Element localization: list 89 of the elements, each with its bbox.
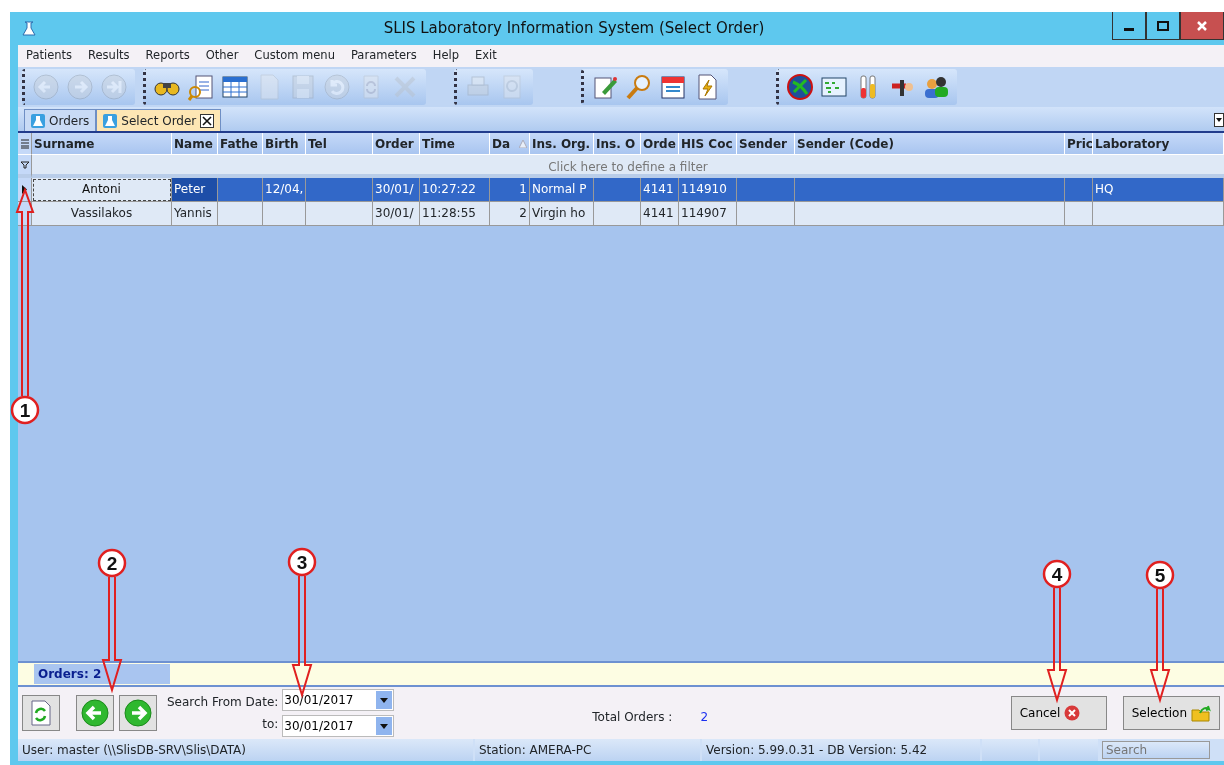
table-cell: 30/01/: [373, 178, 420, 202]
column-header[interactable]: Birth: [263, 133, 306, 154]
close-tab-button[interactable]: [200, 113, 215, 128]
refresh-page-icon: [30, 700, 52, 726]
table-cell: Vassilakos: [32, 202, 172, 226]
menu-item[interactable]: Results: [80, 47, 138, 65]
column-header[interactable]: Ins. O: [594, 133, 641, 154]
column-header[interactable]: Da: [490, 133, 530, 154]
table-cell: 1: [490, 178, 530, 202]
callout-number: 4: [1042, 559, 1072, 589]
minimize-icon: [1124, 27, 1134, 31]
menu-item[interactable]: Other: [197, 47, 247, 65]
cancel-button[interactable]: Cancel: [1010, 696, 1107, 730]
table-cell: Normal P: [530, 178, 594, 202]
refresh-button[interactable]: [22, 695, 60, 731]
menu-item[interactable]: Help: [424, 47, 467, 65]
date-label: to:: [262, 716, 279, 733]
table-cell: 11:28:55: [420, 202, 490, 226]
column-header[interactable]: Sender (Code): [795, 133, 1065, 154]
column-header[interactable]: Fathe: [218, 133, 263, 154]
column-header[interactable]: Tel: [306, 133, 373, 154]
column-header[interactable]: Name: [172, 133, 218, 154]
window-title: SLIS Laboratory Information System (Select Order): [382, 18, 766, 40]
selection-button[interactable]: Selection: [1122, 696, 1220, 730]
column-header[interactable]: Pric: [1065, 133, 1093, 154]
menu-item[interactable]: Exit: [467, 47, 505, 65]
maximize-icon: [1157, 20, 1169, 31]
current-row-marker-icon: [22, 185, 27, 194]
cancel-icon: [1064, 705, 1081, 721]
table-cell: 4141: [641, 178, 679, 202]
filter-hint[interactable]: Click here to define a filter: [32, 154, 1224, 178]
total-value: 2: [700, 709, 708, 726]
caret-icon: [380, 697, 389, 703]
menu-item[interactable]: Custom menu: [246, 47, 343, 65]
forward-button[interactable]: [119, 695, 157, 731]
table-cell: 114910: [679, 178, 737, 202]
table-cell: 12/04,: [263, 178, 306, 202]
column-header[interactable]: Laboratory: [1093, 133, 1224, 154]
callout-number: 1: [10, 395, 40, 425]
status-panel: [982, 739, 1038, 761]
callout-number: 2: [97, 548, 127, 578]
callout-number: 3: [287, 547, 317, 577]
maximize-button[interactable]: [1146, 12, 1180, 40]
flask-icon: [31, 113, 45, 128]
column-header[interactable]: Order: [373, 133, 420, 154]
callout-number: 5: [1145, 560, 1175, 590]
filter-icon[interactable]: [18, 154, 32, 178]
status-station: Station: AMERA-PC: [475, 739, 700, 761]
date-picker[interactable]: 30/01/2017: [282, 689, 395, 711]
date-picker[interactable]: 30/01/2017: [282, 715, 395, 737]
date-label: Search From Date:: [167, 694, 279, 711]
app-icon: [22, 20, 36, 37]
table-cell: 10:27:22: [420, 178, 490, 202]
group-count: Orders: 2: [34, 664, 170, 684]
tab[interactable]: Orders: [24, 109, 97, 131]
table-cell: Antoni: [32, 178, 172, 202]
column-header[interactable]: HIS Coc: [679, 133, 737, 154]
dropdown-button[interactable]: [376, 691, 393, 709]
tab[interactable]: Select Order: [96, 109, 222, 131]
status-version: Version: 5.99.0.31 - DB Version: 5.42: [702, 739, 980, 761]
table-cell: Yannis: [172, 202, 218, 226]
status-panel: [1040, 739, 1098, 761]
column-header[interactable]: Orde: [641, 133, 679, 154]
folder-arrow-icon: [1191, 704, 1211, 722]
total-label: Total Orders :: [592, 709, 673, 726]
flask-icon: [103, 113, 118, 128]
column-header[interactable]: Ins. Org.: [530, 133, 594, 154]
close-icon: [1196, 19, 1208, 32]
table-cell: Peter: [172, 178, 218, 202]
menu-item[interactable]: Patients: [18, 47, 81, 65]
document-search-icon[interactable]: [186, 72, 216, 102]
back-button[interactable]: [76, 695, 114, 731]
close-button[interactable]: [1180, 12, 1224, 40]
table-cell: 30/01/: [373, 202, 420, 226]
table-cell: HQ: [1093, 178, 1224, 202]
menu-item[interactable]: Parameters: [342, 47, 425, 65]
column-header[interactable]: Surname: [32, 133, 172, 154]
table-cell: 114907: [679, 202, 737, 226]
column-header[interactable]: Time: [420, 133, 490, 154]
minimize-button[interactable]: [1112, 12, 1146, 40]
menu-item[interactable]: Reports: [137, 47, 198, 65]
status-user: User: master (\\SlisDB-SRV\Slis\DATA): [18, 739, 473, 761]
table-cell: 4141: [641, 202, 679, 226]
column-header[interactable]: Sender: [737, 133, 795, 154]
table-cell: Virgin ho: [530, 202, 594, 226]
table-cell: 2: [490, 202, 530, 226]
dropdown-button[interactable]: [376, 717, 393, 735]
search-field[interactable]: Search: [1102, 741, 1210, 759]
caret-icon: [380, 723, 389, 729]
